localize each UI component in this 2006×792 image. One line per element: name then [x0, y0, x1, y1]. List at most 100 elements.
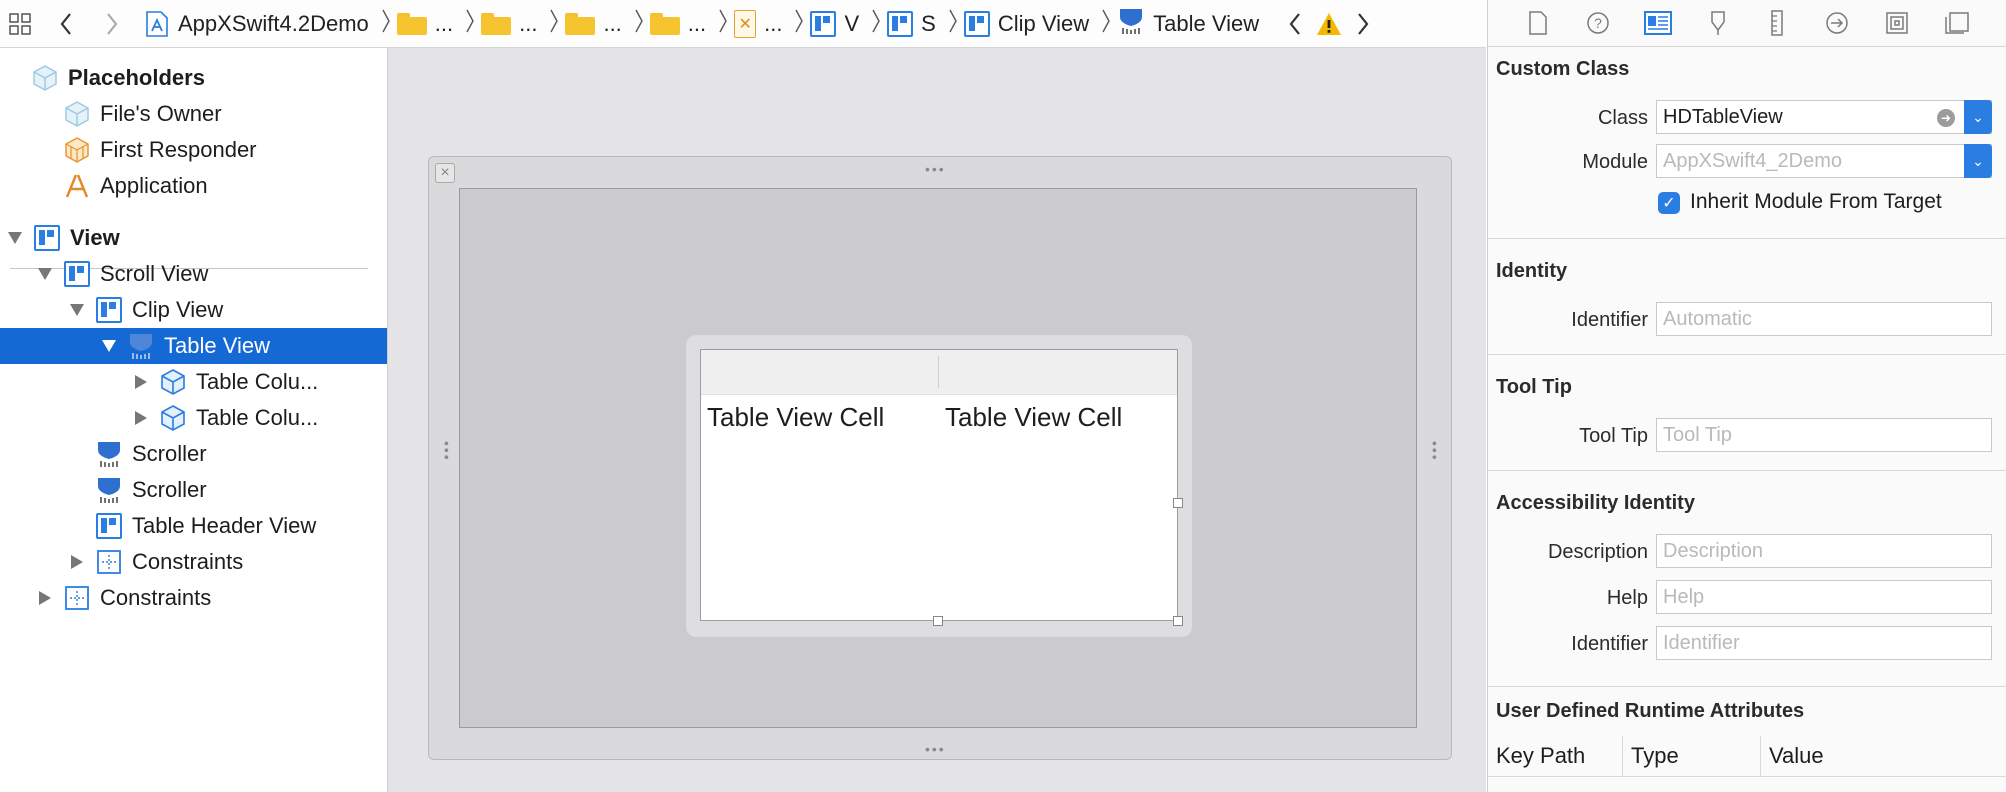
table-view-cell[interactable]: Table View Cell: [945, 402, 1122, 433]
jumpbar-xib-file[interactable]: ✕...: [734, 9, 782, 38]
outline-scroll-view[interactable]: Scroll View: [0, 256, 387, 292]
resize-handle-corner[interactable]: [1173, 616, 1183, 626]
key-path-column-header[interactable]: Key Path: [1488, 736, 1622, 776]
outline-table-header-view[interactable]: Table Header View: [0, 508, 387, 544]
resize-dots-top[interactable]: •••: [925, 161, 946, 177]
disclosure-closed-icon[interactable]: [68, 554, 86, 570]
jumpbar-folder-label: ...: [603, 10, 622, 36]
outline-table-column-2[interactable]: Table Colu...: [0, 400, 387, 436]
jumpbar-folder-1[interactable]: ...: [396, 10, 454, 37]
outline-scroller-label: Scroller: [132, 441, 207, 466]
jumpbar-folder-3[interactable]: ...: [565, 10, 622, 37]
module-combobox[interactable]: AppXSwift4_2Demo ⌄: [1656, 144, 1992, 178]
connections-inspector-icon[interactable]: [1822, 8, 1852, 38]
identity-title: Identity: [1496, 260, 1568, 282]
jumpbar-scroll-view[interactable]: S: [887, 10, 936, 37]
outline-files-owner[interactable]: File's Owner: [0, 96, 387, 132]
goto-class-icon[interactable]: ➜: [1937, 109, 1955, 127]
tool-tip-field[interactable]: Tool Tip: [1656, 418, 1992, 452]
help-field[interactable]: Help: [1656, 580, 1992, 614]
related-items-icon[interactable]: [8, 12, 32, 36]
view-icon: [94, 295, 124, 325]
accessibility-identifier-field[interactable]: Identifier: [1656, 626, 1992, 660]
outline-table-view[interactable]: Table View: [0, 328, 387, 364]
back-arrow-icon[interactable]: [58, 11, 74, 37]
resize-dots-right[interactable]: •••: [1427, 441, 1443, 462]
class-value: HDTableView: [1663, 105, 1783, 128]
outline-table-column-1[interactable]: Table Colu...: [0, 364, 387, 400]
outline-clip-view-label: Clip View: [132, 297, 224, 322]
canvas-view-frame[interactable]: × ••• ••• ••• ••• Table View Cell Table …: [428, 156, 1452, 760]
view-icon: [94, 511, 124, 541]
resize-handle-bottom[interactable]: [933, 616, 943, 626]
outline-scroller-2[interactable]: Scroller: [0, 472, 387, 508]
disclosure-open-icon[interactable]: [68, 303, 86, 317]
outline-constraints-2[interactable]: Constraints: [0, 580, 387, 616]
accessibility-identity-title: Accessibility Identity: [1496, 492, 1695, 514]
scroll-view[interactable]: Table View Cell Table View Cell: [686, 335, 1192, 637]
issue-back-arrow-icon[interactable]: [1287, 11, 1303, 37]
svg-text:?: ?: [1594, 15, 1602, 31]
chevron-down-icon[interactable]: ⌄: [1964, 144, 1992, 178]
resize-dots-left[interactable]: •••: [439, 441, 455, 462]
outline-placeholders[interactable]: Placeholders: [0, 60, 387, 96]
outline-view[interactable]: View: [0, 220, 387, 256]
jumpbar-folder-label: ...: [434, 10, 454, 36]
disclosure-closed-icon[interactable]: [132, 374, 150, 390]
disclosure-open-icon[interactable]: [6, 231, 24, 245]
outline-first-responder[interactable]: First Responder: [0, 132, 387, 168]
inherit-module-checkbox[interactable]: ✓: [1658, 192, 1680, 214]
disclosure-open-icon[interactable]: [36, 267, 54, 281]
identity-inspector-icon[interactable]: [1643, 8, 1673, 38]
interface-builder-canvas[interactable]: × ••• ••• ••• ••• Table View Cell Table …: [388, 48, 1486, 792]
jumpbar-view[interactable]: V: [810, 10, 859, 37]
chevron-right-icon: [549, 8, 559, 39]
scroller-icon: [94, 475, 124, 505]
outline-scroll-view-label: Scroll View: [100, 261, 209, 286]
type-column-header[interactable]: Type: [1622, 736, 1760, 776]
issue-forward-arrow-icon[interactable]: [1355, 11, 1371, 37]
tool-tip-label: Tool Tip: [1579, 425, 1648, 447]
chevron-down-icon[interactable]: ⌄: [1964, 100, 1992, 134]
forward-arrow-icon[interactable]: [104, 11, 120, 37]
close-icon[interactable]: ×: [435, 163, 455, 183]
disclosure-open-icon[interactable]: [100, 339, 118, 353]
outline-application[interactable]: Application: [0, 168, 387, 204]
jumpbar-clip-view[interactable]: Clip View: [963, 10, 1089, 37]
view-effects-inspector-icon[interactable]: [1942, 8, 1972, 38]
resize-dots-bottom[interactable]: •••: [925, 741, 946, 757]
view-icon: [810, 10, 837, 37]
warning-icon[interactable]: [1315, 11, 1343, 37]
attributes-inspector-icon[interactable]: [1703, 8, 1733, 38]
value-column-header[interactable]: Value: [1760, 736, 2006, 776]
disclosure-closed-icon[interactable]: [36, 590, 54, 606]
identity-identifier-field[interactable]: Automatic: [1656, 302, 1992, 336]
help-inspector-icon[interactable]: ?: [1583, 8, 1613, 38]
table-view-cell[interactable]: Table View Cell: [707, 402, 884, 433]
class-combobox[interactable]: HDTableView ➜ ⌄: [1656, 100, 1992, 134]
disclosure-closed-icon[interactable]: [132, 410, 150, 426]
size-inspector-icon[interactable]: [1762, 8, 1792, 38]
cube-icon: [30, 63, 60, 93]
jumpbar-project[interactable]: AppXSwift4.2Demo: [144, 10, 369, 38]
view-icon: [963, 10, 990, 37]
jumpbar-table-view[interactable]: Table View: [1117, 6, 1259, 42]
description-field[interactable]: Description: [1656, 534, 1992, 568]
chevron-right-icon: [634, 8, 644, 39]
outline-scroller-1[interactable]: Scroller: [0, 436, 387, 472]
outline-clip-view[interactable]: Clip View: [0, 292, 387, 328]
jumpbar-folder-4[interactable]: ...: [649, 11, 706, 37]
resize-handle-right[interactable]: [1173, 498, 1183, 508]
cube-icon: [62, 99, 92, 129]
jumpbar-project-label: AppXSwift4.2Demo: [178, 10, 369, 36]
bindings-inspector-icon[interactable]: [1882, 8, 1912, 38]
column-divider[interactable]: [938, 356, 939, 388]
jumpbar-folder-2[interactable]: ...: [481, 11, 537, 37]
help-label: Help: [1606, 587, 1648, 609]
table-view[interactable]: Table View Cell Table View Cell: [700, 349, 1183, 626]
outline-table-header-view-label: Table Header View: [132, 513, 317, 538]
outline-constraints-1[interactable]: Constraints: [0, 544, 387, 580]
canvas-content-view[interactable]: Table View Cell Table View Cell: [459, 188, 1417, 728]
table-header-view[interactable]: [701, 350, 1177, 395]
file-inspector-icon[interactable]: [1523, 8, 1553, 38]
